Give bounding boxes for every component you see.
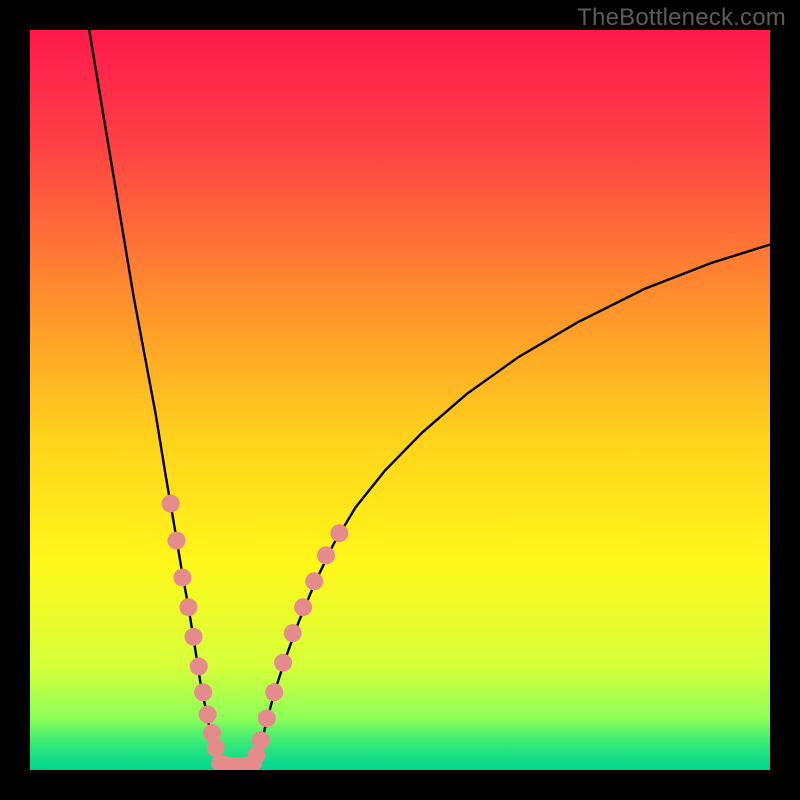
plot-area: [30, 30, 770, 770]
marker-dot: [190, 657, 208, 675]
chart-frame: TheBottleneck.com: [0, 0, 800, 800]
plot-svg: [30, 30, 770, 770]
marker-dot: [168, 532, 186, 550]
gradient-background: [30, 30, 770, 770]
marker-dot: [330, 524, 348, 542]
marker-dot: [207, 739, 225, 757]
marker-dot: [317, 546, 335, 564]
marker-dot: [185, 628, 203, 646]
marker-dot: [179, 598, 197, 616]
marker-dot: [194, 683, 212, 701]
marker-dot: [162, 495, 180, 513]
marker-dot: [294, 598, 312, 616]
watermark-text: TheBottleneck.com: [577, 4, 786, 32]
marker-dot: [284, 624, 302, 642]
marker-dot: [199, 706, 217, 724]
marker-dot: [252, 731, 270, 749]
marker-dot: [258, 709, 276, 727]
marker-dot: [305, 572, 323, 590]
marker-dot: [173, 569, 191, 587]
marker-dot: [274, 654, 292, 672]
marker-dot: [265, 683, 283, 701]
